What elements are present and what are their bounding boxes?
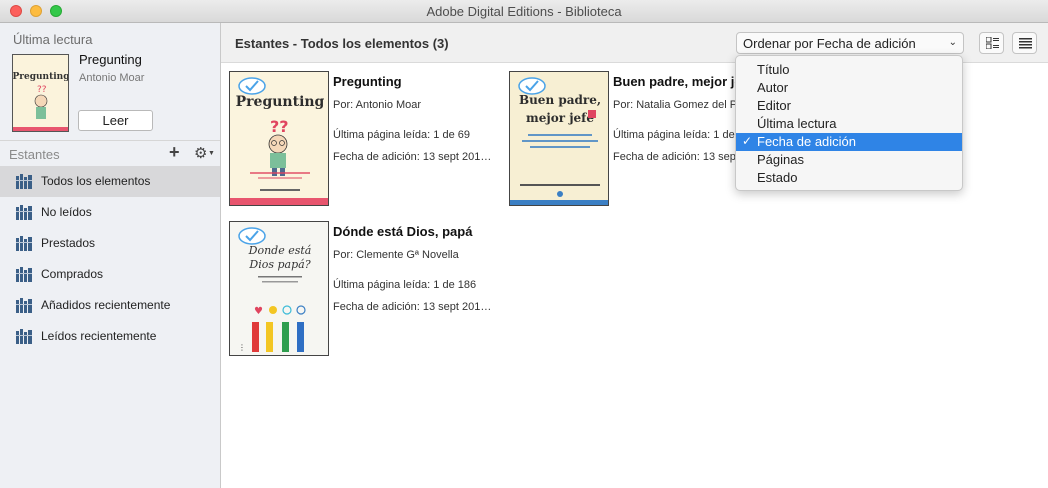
shelf-label: No leídos: [41, 205, 92, 219]
svg-text:Dios papá?: Dios papá?: [248, 258, 310, 271]
bookshelf-icon: [16, 298, 32, 313]
book-author: Por: Natalia Gomez del Po: [613, 99, 743, 111]
shelf-item-all[interactable]: Todos los elementos: [0, 166, 220, 197]
bookshelf-icon: [16, 205, 32, 220]
checkmark-badge-icon: [238, 227, 266, 245]
shelf-label: Todos los elementos: [41, 174, 151, 188]
list-view-icon: [1019, 38, 1032, 49]
sort-option-label: Título: [757, 62, 790, 77]
bookshelf-icon: [16, 267, 32, 282]
shelf-item-purchased[interactable]: Comprados: [0, 259, 220, 290]
shelf-label: Leídos recientemente: [41, 329, 157, 343]
book-added-date: Fecha de adición: 13 sept 201…: [333, 151, 492, 163]
bookshelf-icon: [16, 236, 32, 251]
sort-option-label: Estado: [757, 170, 798, 185]
book-author: Por: Clemente Gª Novella: [333, 249, 459, 261]
shelf-item-recently-added[interactable]: Añadidos recientemente: [0, 290, 220, 321]
svg-text:mejor jefe: mejor jefe: [526, 111, 594, 125]
book-author: Por: Antonio Moar: [333, 99, 422, 111]
svg-text:♥: ♥: [254, 306, 263, 317]
book-added-date: Fecha de adición: 13 sept 201…: [333, 301, 492, 313]
list-view-button[interactable]: [1012, 32, 1037, 54]
window-titlebar: Adobe Digital Editions - Biblioteca: [0, 0, 1048, 23]
book-last-page: Última página leída: 1 de 186: [333, 279, 477, 291]
shelf-label: Prestados: [41, 236, 96, 250]
book-last-page: Última página leída: 1 de 69: [333, 129, 470, 141]
shelf-label: Añadidos recientemente: [41, 298, 171, 312]
gear-icon[interactable]: ⚙: [194, 144, 207, 162]
last-read-cover[interactable]: Pregunting ??: [12, 54, 69, 132]
grid-view-icon: [986, 37, 999, 49]
sort-select[interactable]: Ordenar por Fecha de adición ⌄: [736, 32, 964, 54]
window-title: Adobe Digital Editions - Biblioteca: [426, 4, 622, 19]
sort-select-value: Ordenar por Fecha de adición: [743, 36, 916, 51]
sort-option-date-added[interactable]: ✓ Fecha de adición: [736, 133, 962, 151]
checkmark-badge-icon: [238, 77, 266, 95]
sort-option-author[interactable]: Autor: [736, 79, 962, 97]
book-info: Pregunting Por: Antonio Moar Última pági…: [333, 74, 498, 163]
sort-option-last-read[interactable]: Última lectura: [736, 115, 962, 133]
svg-text:Pregunting: Pregunting: [236, 94, 325, 110]
bookshelf-icon: [16, 174, 32, 189]
page-title: Estantes - Todos los elementos (3): [235, 36, 449, 51]
read-button[interactable]: Leer: [78, 110, 153, 131]
sort-option-label: Fecha de adición: [757, 134, 857, 149]
checkmark-icon: ✓: [742, 134, 753, 148]
sort-option-title[interactable]: Título: [736, 61, 962, 79]
sidebar: Última lectura Pregunting ?? Pregunting …: [0, 23, 221, 488]
chevron-down-icon[interactable]: ▼: [208, 150, 215, 157]
svg-text:??: ??: [37, 85, 47, 95]
last-read-author: Antonio Moar: [79, 72, 145, 84]
sort-dropdown-menu: Título Autor Editor Última lectura ✓ Fec…: [735, 55, 963, 191]
grid-view-button[interactable]: [979, 32, 1004, 54]
book-info: Dónde está Dios, papá Por: Clemente Gª N…: [333, 224, 498, 313]
sort-option-label: Última lectura: [757, 116, 837, 131]
plus-icon[interactable]: +: [169, 142, 180, 163]
shelves-header: Estantes + ⚙ ▼: [0, 140, 220, 166]
chevron-down-icon: ⌄: [948, 37, 957, 48]
book-cover[interactable]: Pregunting ??: [229, 71, 329, 206]
svg-text:??: ??: [270, 117, 289, 136]
svg-text:⋮: ⋮: [238, 343, 246, 352]
sort-option-pages[interactable]: Páginas: [736, 151, 962, 169]
sort-option-publisher[interactable]: Editor: [736, 97, 962, 115]
sort-option-label: Páginas: [757, 152, 804, 167]
book-title[interactable]: Buen padre, mejor je: [613, 74, 743, 89]
bookshelf-icon: [16, 329, 32, 344]
book-added-date: Fecha de adición: 13 sep: [613, 151, 736, 163]
shelf-item-recently-read[interactable]: Leídos recientemente: [0, 321, 220, 352]
last-read-heading: Última lectura: [13, 32, 93, 47]
svg-text:Pregunting: Pregunting: [13, 72, 69, 82]
book-title[interactable]: Pregunting: [333, 74, 498, 89]
checkmark-badge-icon: [518, 77, 546, 95]
sort-option-status[interactable]: Estado: [736, 169, 962, 187]
sort-option-label: Autor: [757, 80, 789, 95]
last-read-title[interactable]: Pregunting: [79, 52, 142, 67]
shelf-item-unread[interactable]: No leídos: [0, 197, 220, 228]
shelf-label: Comprados: [41, 267, 104, 281]
book-cover[interactable]: Buen padre, mejor jefe: [509, 71, 609, 206]
book-cover[interactable]: Donde está Dios papá? ♥ ⋮: [229, 221, 329, 356]
book-last-page: Última página leída: 1 de: [613, 129, 735, 141]
sort-option-label: Editor: [757, 98, 791, 113]
shelves-label: Estantes: [9, 147, 60, 162]
shelf-list: Todos los elementos No leídos Prestados: [0, 166, 220, 352]
book-title[interactable]: Dónde está Dios, papá: [333, 224, 498, 239]
book-info: Buen padre, mejor je Por: Natalia Gomez …: [613, 74, 743, 163]
shelf-item-borrowed[interactable]: Prestados: [0, 228, 220, 259]
